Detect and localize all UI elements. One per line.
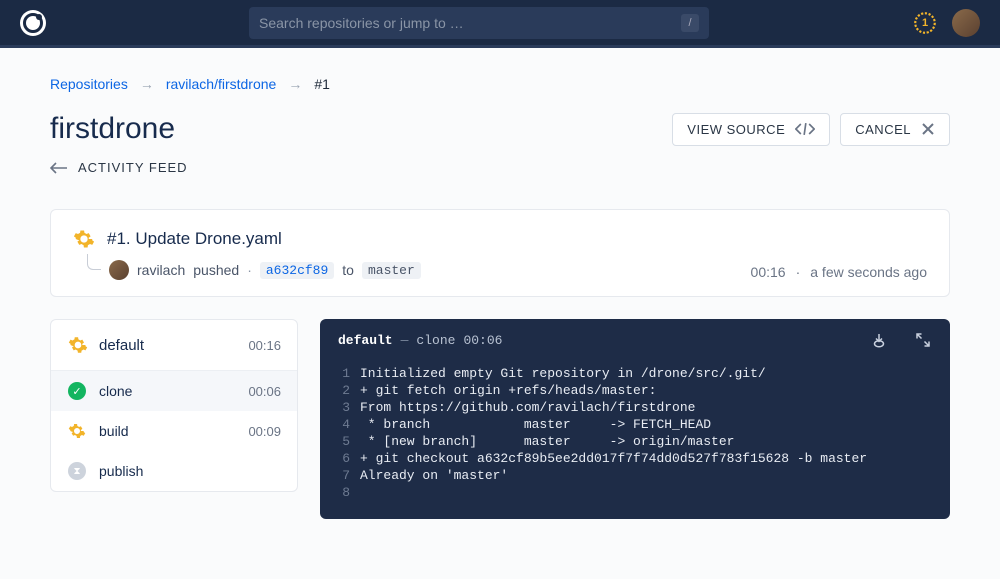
log-header: default — clone 00:06 — [320, 319, 950, 361]
view-source-button[interactable]: VIEW SOURCE — [672, 113, 830, 146]
connector-line — [87, 254, 101, 270]
breadcrumb-repositories[interactable]: Repositories — [50, 76, 128, 92]
author-name: ravilach — [137, 262, 185, 278]
cancel-label: CANCEL — [855, 122, 911, 137]
search-input[interactable] — [259, 15, 681, 31]
log-line: 3From https://github.com/ravilach/firstd… — [328, 399, 942, 416]
stage-header[interactable]: default 00:16 — [51, 320, 297, 371]
user-avatar[interactable] — [952, 9, 980, 37]
stage-name: default — [99, 337, 248, 354]
title-row: firstdrone VIEW SOURCE CANCEL — [50, 112, 950, 146]
step-row-publish[interactable]: ⧗ publish — [51, 451, 297, 491]
log-line: 8 — [328, 484, 942, 501]
log-line: 2+ git fetch origin +refs/heads/master: — [328, 382, 942, 399]
breadcrumb: Repositories → ravilach/firstdrone → #1 — [50, 76, 950, 92]
app-header: / 1 — [0, 0, 1000, 48]
activity-feed-link[interactable]: ACTIVITY FEED — [50, 160, 950, 175]
step-name: clone — [99, 383, 248, 399]
log-stage-name: default — [338, 333, 393, 348]
activity-feed-label: ACTIVITY FEED — [78, 160, 188, 175]
view-source-label: VIEW SOURCE — [687, 122, 785, 137]
chevron-right-icon: → — [288, 76, 302, 92]
logo-icon[interactable] — [20, 10, 46, 36]
page-title: firstdrone — [50, 112, 672, 146]
commit-hash[interactable]: a632cf89 — [260, 262, 334, 279]
chevron-right-icon: → — [140, 76, 154, 92]
build-duration: 00:16 — [751, 264, 786, 280]
push-verb: pushed — [193, 262, 239, 278]
log-body[interactable]: 1Initialized empty Git repository in /dr… — [320, 361, 950, 501]
step-time: 00:06 — [248, 384, 281, 399]
log-line: 6+ git checkout a632cf89b5ee2dd017f7f74d… — [328, 450, 942, 467]
log-panel: default — clone 00:06 1Initialized empty… — [320, 319, 950, 519]
log-line: 7Already on 'master' — [328, 467, 942, 484]
badge-count: 1 — [922, 17, 928, 29]
cancel-button[interactable]: CANCEL — [840, 113, 950, 146]
to-label: to — [342, 262, 354, 278]
check-circle-icon: ✓ — [67, 381, 87, 401]
breadcrumb-repo-path[interactable]: ravilach/firstdrone — [166, 76, 277, 92]
log-line: 5 * [new branch] master -> origin/master — [328, 433, 942, 450]
step-row-clone[interactable]: ✓ clone 00:06 — [51, 371, 297, 411]
log-step-time: 00:06 — [463, 333, 502, 348]
expand-icon[interactable] — [914, 331, 932, 349]
step-name: publish — [99, 463, 281, 479]
breadcrumb-current: #1 — [314, 76, 330, 92]
log-step-name: clone — [416, 333, 455, 348]
log-line: 4 * branch master -> FETCH_HEAD — [328, 416, 942, 433]
code-icon — [795, 122, 815, 136]
step-name: build — [99, 423, 248, 439]
step-row-build[interactable]: build 00:09 — [51, 411, 297, 451]
running-builds-badge[interactable]: 1 — [912, 10, 938, 36]
build-relative-time: a few seconds ago — [810, 264, 927, 280]
gear-icon — [73, 228, 95, 250]
build-title: #1. Update Drone.yaml — [107, 229, 282, 249]
gear-icon — [67, 334, 89, 356]
author-avatar — [109, 260, 129, 280]
log-line: 1Initialized empty Git repository in /dr… — [328, 365, 942, 382]
stage-duration: 00:16 — [248, 338, 281, 353]
search-box[interactable]: / — [249, 7, 709, 39]
arrow-left-icon — [50, 162, 68, 174]
build-summary-card: #1. Update Drone.yaml ravilach pushed · … — [50, 209, 950, 297]
close-icon — [921, 122, 935, 136]
stage-card: default 00:16 ✓ clone 00:06 build 00:09 — [50, 319, 298, 492]
gear-icon — [67, 421, 87, 441]
header-right: 1 — [912, 9, 980, 37]
hourglass-icon: ⧗ — [67, 461, 87, 481]
step-time: 00:09 — [248, 424, 281, 439]
download-icon[interactable] — [870, 331, 888, 349]
branch-chip[interactable]: master — [362, 262, 421, 279]
search-wrap: / — [46, 7, 912, 39]
dot-separator: · — [796, 264, 801, 280]
slash-key-hint: / — [681, 14, 699, 32]
